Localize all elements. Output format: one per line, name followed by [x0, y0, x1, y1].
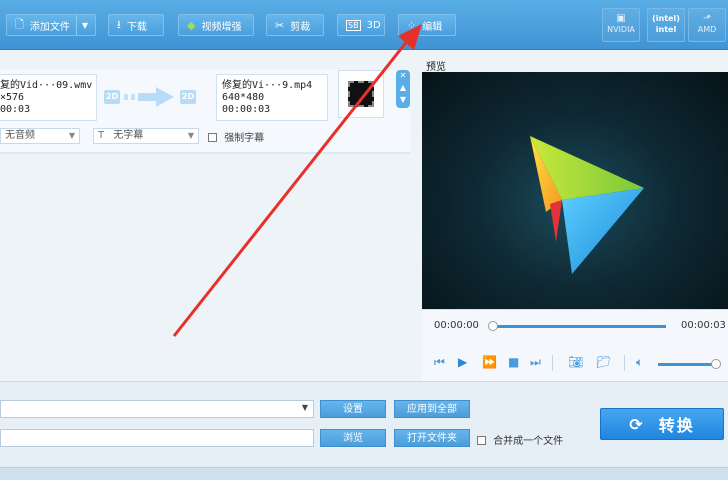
- skip-forward-icon[interactable]: ⏭: [530, 355, 541, 370]
- download-icon: ⭳: [117, 17, 121, 31]
- target-info: 修复的Vi···9.mp4 640*480 00:00:03: [216, 74, 328, 121]
- enhance-icon: ◆: [187, 18, 196, 32]
- download-label: 下载: [126, 21, 147, 33]
- cut-label: 剪裁: [290, 21, 311, 33]
- time-current: 00:00:00: [434, 320, 479, 331]
- output-path-input[interactable]: [0, 429, 314, 447]
- folder-icon[interactable]: 📁︎: [596, 355, 611, 369]
- seek-handle[interactable]: [488, 321, 498, 331]
- stop-icon[interactable]: ■: [508, 355, 519, 369]
- apply-all-button[interactable]: 应用到全部: [394, 400, 470, 418]
- divider: [552, 355, 553, 371]
- subtitle-select-value: 无字幕: [113, 130, 144, 141]
- target-resolution: 640*480: [222, 92, 265, 103]
- edit-sparkle-icon: ⁘: [407, 18, 417, 32]
- browse-button[interactable]: 浏览: [320, 429, 386, 447]
- divider: [624, 355, 625, 371]
- target-duration: 00:00:03: [222, 104, 271, 115]
- target-name: 修复的Vi···9.mp4: [222, 80, 313, 91]
- film-icon: [348, 81, 374, 107]
- volume-icon[interactable]: 🔈︎: [636, 355, 643, 370]
- time-total: 00:00:03: [681, 320, 726, 331]
- fast-forward-icon[interactable]: ⏩: [482, 355, 497, 369]
- convert-arrow: 2D 2D: [104, 84, 196, 110]
- merge-label: 合并成一个文件: [493, 436, 564, 447]
- force-subtitle-checkbox[interactable]: 强制字幕: [208, 129, 264, 144]
- intel-logo-icon: (intel): [652, 14, 680, 23]
- status-bar: [0, 467, 728, 480]
- 3d-icon: SB: [346, 19, 361, 31]
- source-duration: 00:03: [0, 104, 31, 115]
- open-folder-button[interactable]: 打开文件夹: [394, 429, 470, 447]
- add-file-icon: 🗋: [15, 17, 24, 31]
- intel-label: intel: [655, 25, 677, 34]
- intel-toggle[interactable]: (intel) intel: [647, 8, 685, 42]
- preview-screen: [422, 72, 728, 309]
- dropdown-arrow-icon[interactable]: ▼: [75, 15, 88, 35]
- add-file-label: 添加文件: [29, 21, 70, 33]
- toolbar: 🗋 添加文件 ▼ ⭳ 下载 ◆ 视频增强 ✂ 剪裁 SB 3D ⁘ 编辑 ▣ N…: [0, 0, 728, 50]
- enhance-label: 视频增强: [201, 21, 242, 33]
- preview-controls: 00:00:00 00:00:03 ⏮ ▶ ⏩ ■ ⏭ 📷︎ 📁︎ 🔈︎: [422, 309, 728, 381]
- close-icon[interactable]: ✕: [400, 71, 407, 80]
- source-info: 复的Vid···09.wmv ×576 00:03: [0, 74, 97, 121]
- item-controls[interactable]: ✕ ▲ ▼: [396, 70, 410, 108]
- download-button[interactable]: ⭳ 下载: [108, 14, 164, 36]
- scissors-icon: ✂: [275, 18, 285, 32]
- skip-back-icon[interactable]: ⏮: [434, 355, 445, 370]
- bottom-panel: ▼ 设置 应用到全部 浏览 打开文件夹 合并成一个文件 ⟳ 转换: [0, 381, 728, 467]
- playback-controls: ⏮ ▶ ⏩ ■ ⏭ 📷︎ 📁︎ 🔈︎: [422, 353, 728, 373]
- camera-icon[interactable]: 📷︎: [568, 355, 583, 369]
- convert-button[interactable]: ⟳ 转换: [600, 408, 724, 440]
- checkbox-box[interactable]: [208, 133, 217, 142]
- subtitle-icon: T: [98, 130, 105, 141]
- task-item[interactable]: 复的Vid···09.wmv ×576 00:03 2D 2D 修复的Vi···…: [0, 70, 410, 154]
- refresh-icon: ⟳: [629, 414, 645, 434]
- play-icon[interactable]: ▶: [458, 355, 467, 369]
- volume-track[interactable]: [658, 363, 716, 366]
- amd-toggle[interactable]: ⬏ AMD: [688, 8, 726, 42]
- chevron-down-icon: ▼: [68, 131, 75, 140]
- source-2d-badge: 2D: [104, 90, 120, 104]
- 3d-button[interactable]: SB 3D: [337, 14, 385, 36]
- chevron-up-icon[interactable]: ▲: [400, 83, 406, 92]
- amd-label: AMD: [697, 25, 717, 34]
- app-logo-icon: [530, 136, 644, 274]
- settings-button[interactable]: 设置: [320, 400, 386, 418]
- amd-logo-icon: ⬏: [702, 13, 712, 24]
- edit-label: 编辑: [422, 21, 443, 33]
- source-name: 复的Vid···09.wmv: [0, 80, 93, 91]
- nvidia-label: NVIDIA: [607, 25, 635, 34]
- chevron-down-icon: ▼: [187, 131, 194, 140]
- audio-select[interactable]: 无音频 ▼: [0, 128, 80, 144]
- add-file-button[interactable]: 🗋 添加文件 ▼: [6, 14, 96, 36]
- nvidia-chip-icon: ▣: [616, 13, 626, 24]
- merge-checkbox[interactable]: 合并成一个文件: [477, 432, 563, 447]
- output-format-button[interactable]: [338, 70, 384, 118]
- force-subtitle-label: 强制字幕: [224, 133, 265, 144]
- subtitle-select[interactable]: T 无字幕 ▼: [93, 128, 199, 144]
- seek-track[interactable]: [492, 325, 666, 328]
- checkbox-box[interactable]: [477, 436, 486, 445]
- 3d-label: 3D: [366, 19, 381, 31]
- nvidia-toggle[interactable]: ▣ NVIDIA: [602, 8, 640, 42]
- conversion-arrow-icon: [124, 87, 174, 107]
- volume-handle[interactable]: [711, 359, 721, 369]
- task-list: 复的Vid···09.wmv ×576 00:03 2D 2D 修复的Vi···…: [0, 50, 420, 380]
- cut-button[interactable]: ✂ 剪裁: [266, 14, 324, 36]
- chevron-down-icon[interactable]: ▼: [400, 95, 406, 104]
- preview-label: 预览: [426, 62, 446, 73]
- source-resolution: ×576: [0, 92, 25, 103]
- edit-button[interactable]: ⁘ 编辑: [398, 14, 456, 36]
- profile-select[interactable]: ▼: [0, 400, 314, 418]
- audio-select-value: 无音频: [5, 130, 35, 141]
- enhance-button[interactable]: ◆ 视频增强: [178, 14, 254, 36]
- convert-label: 转换: [658, 416, 695, 435]
- chevron-down-icon: ▼: [301, 403, 308, 412]
- target-2d-badge: 2D: [180, 90, 196, 104]
